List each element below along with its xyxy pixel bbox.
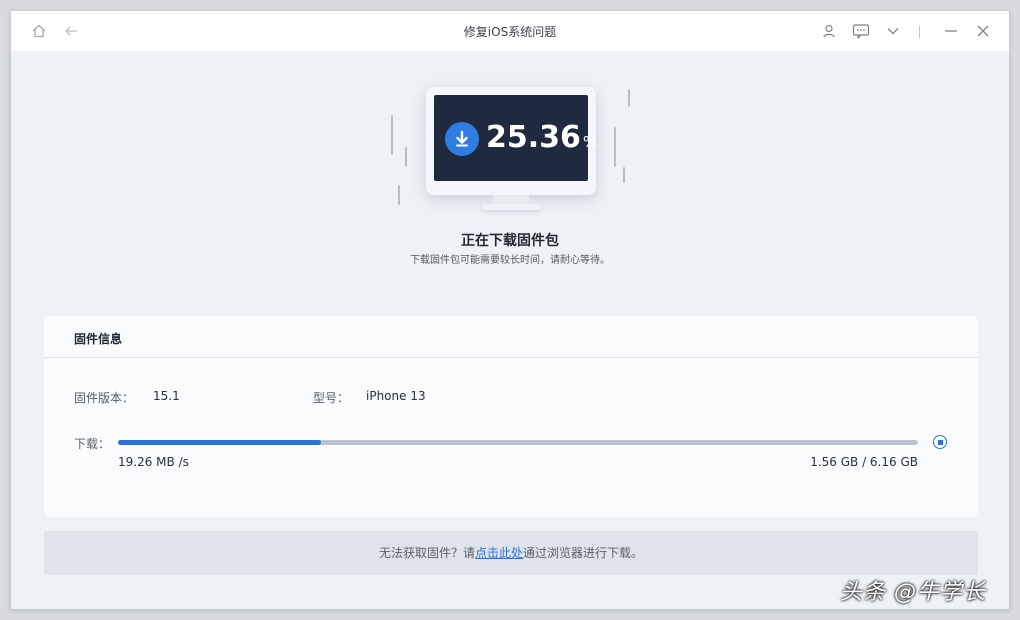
monitor-frame: 25.36%	[426, 87, 597, 195]
app-window: 修复iOS系统问题 25.36% 正在下载固件包 下载固件包可能需要较长时间，请…	[10, 10, 1010, 610]
chevron-down-icon[interactable]	[883, 21, 903, 41]
monitor-screen: 25.36%	[434, 95, 597, 181]
download-monitor-illustration: 25.36%	[381, 81, 641, 231]
firmware-version-value: 15.1	[153, 389, 180, 403]
title-bar: 修复iOS系统问题	[11, 11, 1009, 51]
download-progress-fill	[118, 440, 321, 445]
user-icon[interactable]	[819, 21, 839, 41]
progress-percent-sign: %	[582, 133, 598, 151]
decor-line	[628, 89, 630, 107]
download-speed: 19.26 MB /s	[118, 455, 189, 469]
minimize-icon[interactable]	[941, 21, 961, 41]
download-size-progress: 1.56 GB / 6.16 GB	[810, 455, 918, 469]
status-title: 正在下载固件包	[461, 233, 559, 249]
footer-prefix: 无法获取固件？请	[378, 546, 475, 560]
title-bar-separator	[919, 26, 920, 38]
model-value: iPhone 13	[366, 389, 426, 403]
feedback-icon[interactable]	[851, 21, 871, 41]
decor-line	[623, 167, 625, 183]
decor-line	[398, 185, 400, 205]
progress-percent-value: 25.36	[486, 120, 581, 155]
footer-suffix: 通过浏览器进行下载。	[523, 546, 644, 560]
monitor-base	[481, 204, 541, 210]
panel-heading: 固件信息	[74, 332, 123, 346]
decor-line	[391, 115, 393, 155]
close-icon[interactable]	[973, 21, 993, 41]
firmware-info-panel: 固件信息 固件版本： 15.1 型号： iPhone 13 下载： 19.26 …	[44, 316, 978, 517]
watermark: 头条 @牛学长	[840, 580, 986, 605]
progress-percent: 25.36%	[486, 120, 597, 160]
firmware-version-label: 固件版本：	[74, 391, 135, 405]
status-subtitle: 下载固件包可能需要较长时间，请耐心等待。	[410, 255, 610, 266]
decor-line	[614, 127, 616, 167]
click-here-link[interactable]: 点击此处	[475, 546, 523, 560]
decor-line	[405, 147, 407, 167]
download-arrow-icon	[445, 122, 479, 156]
manual-download-bar: 无法获取固件？请点击此处通过浏览器进行下载。	[44, 531, 978, 575]
stop-download-button[interactable]	[933, 435, 947, 449]
download-progress-bar	[118, 440, 918, 445]
panel-divider	[44, 357, 978, 358]
download-label: 下载：	[74, 437, 111, 451]
stop-icon	[937, 439, 943, 445]
model-label: 型号：	[313, 391, 350, 405]
